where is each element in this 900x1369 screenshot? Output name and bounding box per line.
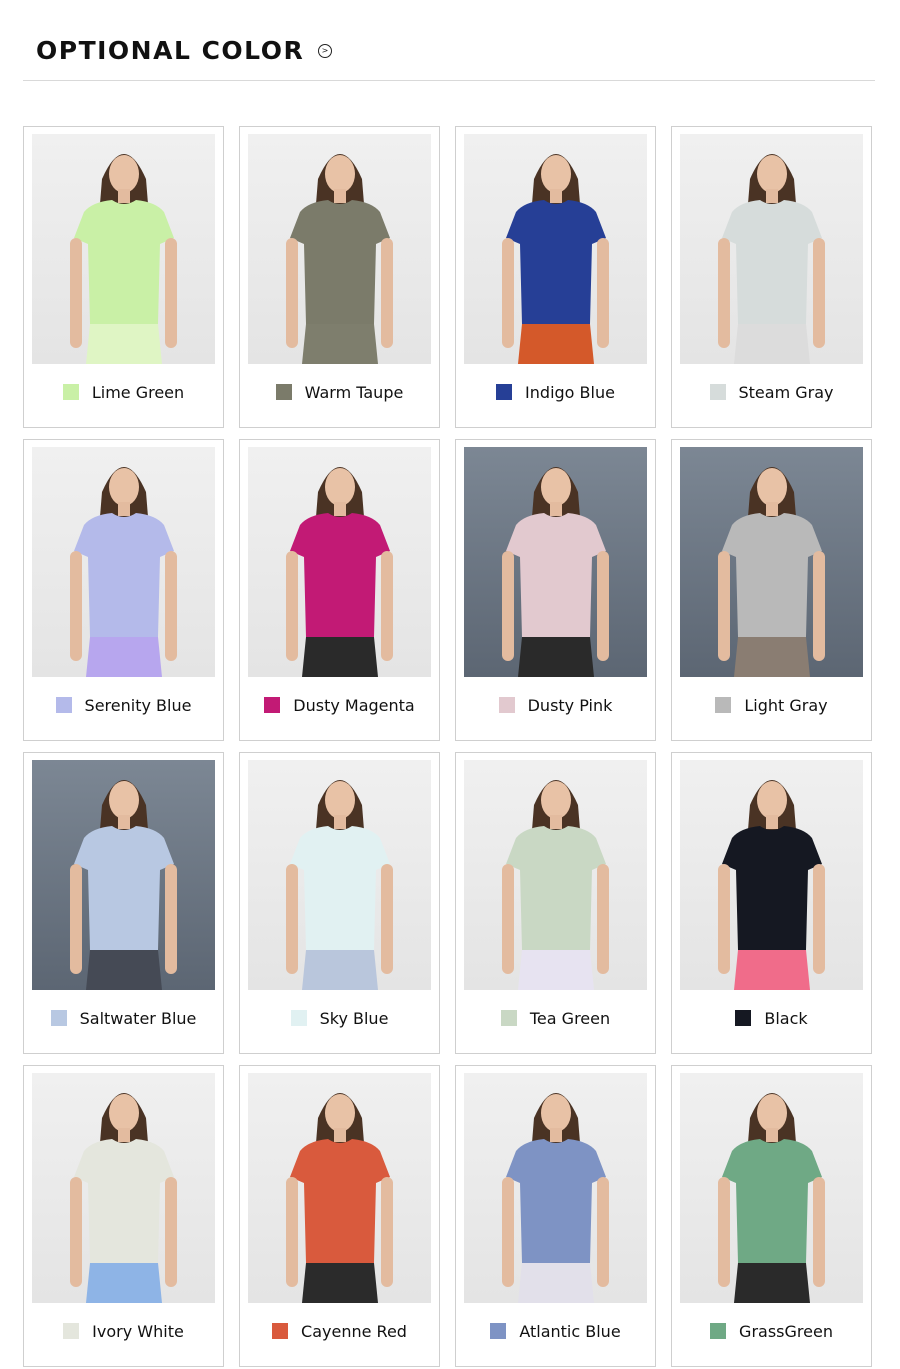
product-photo — [464, 1073, 647, 1303]
product-photo — [248, 447, 431, 677]
product-photo — [32, 1073, 215, 1303]
product-photo — [680, 134, 863, 364]
color-name: Dusty Magenta — [293, 695, 415, 715]
color-swatch — [490, 1323, 507, 1339]
color-swatch — [272, 1323, 289, 1339]
color-label-row: Indigo Blue — [456, 382, 655, 402]
color-option-card[interactable]: Ivory White — [23, 1065, 224, 1367]
color-name: Indigo Blue — [525, 382, 615, 402]
product-photo — [464, 447, 647, 677]
color-options-grid: Lime Green Warm Taupe Indigo Blue Steam Gra… — [23, 126, 872, 1367]
product-photo — [248, 134, 431, 364]
color-option-card[interactable]: Serenity Blue — [23, 439, 224, 741]
color-swatch — [50, 1010, 67, 1026]
product-photo — [464, 134, 647, 364]
color-name: Light Gray — [744, 695, 828, 715]
color-swatch — [498, 697, 515, 713]
color-option-card[interactable]: Tea Green — [455, 752, 656, 1054]
color-label-row: Dusty Magenta — [240, 695, 439, 715]
product-photo — [32, 447, 215, 677]
color-option-card[interactable]: Indigo Blue — [455, 126, 656, 428]
color-label-row: Serenity Blue — [24, 695, 223, 715]
color-name: Black — [764, 1008, 808, 1028]
color-swatch — [63, 1323, 80, 1339]
product-photo — [680, 760, 863, 990]
color-option-card[interactable]: GrassGreen — [671, 1065, 872, 1367]
color-label-row: Steam Gray — [672, 382, 871, 402]
color-label-row: Warm Taupe — [240, 382, 439, 402]
color-swatch — [496, 384, 513, 400]
color-option-card[interactable]: Dusty Pink — [455, 439, 656, 741]
color-swatch — [709, 384, 726, 400]
color-option-card[interactable]: Saltwater Blue — [23, 752, 224, 1054]
product-photo — [248, 760, 431, 990]
product-photo — [32, 134, 215, 364]
color-name: Steam Gray — [738, 382, 834, 402]
color-label-row: Saltwater Blue — [24, 1008, 223, 1028]
section-header: OPTIONAL COLOR > — [23, 0, 875, 81]
color-name: GrassGreen — [739, 1321, 833, 1341]
color-label-row: Tea Green — [456, 1008, 655, 1028]
product-photo — [680, 1073, 863, 1303]
color-swatch — [735, 1010, 752, 1026]
color-option-card[interactable]: Atlantic Blue — [455, 1065, 656, 1367]
product-photo — [248, 1073, 431, 1303]
color-swatch — [275, 384, 292, 400]
arrow-right-icon: > — [318, 44, 332, 58]
product-photo — [32, 760, 215, 990]
color-swatch — [290, 1010, 307, 1026]
color-label-row: Sky Blue — [240, 1008, 439, 1028]
color-swatch — [715, 697, 732, 713]
color-name: Serenity Blue — [84, 695, 192, 715]
section-title: OPTIONAL COLOR — [36, 36, 305, 65]
color-name: Sky Blue — [319, 1008, 389, 1028]
color-swatch — [55, 697, 72, 713]
color-name: Dusty Pink — [527, 695, 613, 715]
color-name: Ivory White — [92, 1321, 184, 1341]
color-option-card[interactable]: Warm Taupe — [239, 126, 440, 428]
color-name: Saltwater Blue — [79, 1008, 197, 1028]
color-swatch — [264, 697, 281, 713]
color-option-card[interactable]: Black — [671, 752, 872, 1054]
color-option-card[interactable]: Light Gray — [671, 439, 872, 741]
color-name: Cayenne Red — [301, 1321, 407, 1341]
color-name: Lime Green — [91, 382, 185, 402]
color-option-card[interactable]: Lime Green — [23, 126, 224, 428]
color-label-row: Atlantic Blue — [456, 1321, 655, 1341]
color-option-card[interactable]: Dusty Magenta — [239, 439, 440, 741]
color-label-row: Light Gray — [672, 695, 871, 715]
color-name: Atlantic Blue — [519, 1321, 621, 1341]
color-option-card[interactable]: Steam Gray — [671, 126, 872, 428]
color-label-row: Lime Green — [24, 382, 223, 402]
product-photo — [680, 447, 863, 677]
color-label-row: Black — [672, 1008, 871, 1028]
color-option-card[interactable]: Sky Blue — [239, 752, 440, 1054]
color-label-row: Dusty Pink — [456, 695, 655, 715]
color-label-row: Cayenne Red — [240, 1321, 439, 1341]
color-option-card[interactable]: Cayenne Red — [239, 1065, 440, 1367]
color-swatch — [710, 1323, 727, 1339]
color-swatch — [62, 384, 79, 400]
color-name: Tea Green — [529, 1008, 611, 1028]
color-label-row: GrassGreen — [672, 1321, 871, 1341]
color-label-row: Ivory White — [24, 1321, 223, 1341]
product-photo — [464, 760, 647, 990]
color-name: Warm Taupe — [304, 382, 404, 402]
color-swatch — [500, 1010, 517, 1026]
